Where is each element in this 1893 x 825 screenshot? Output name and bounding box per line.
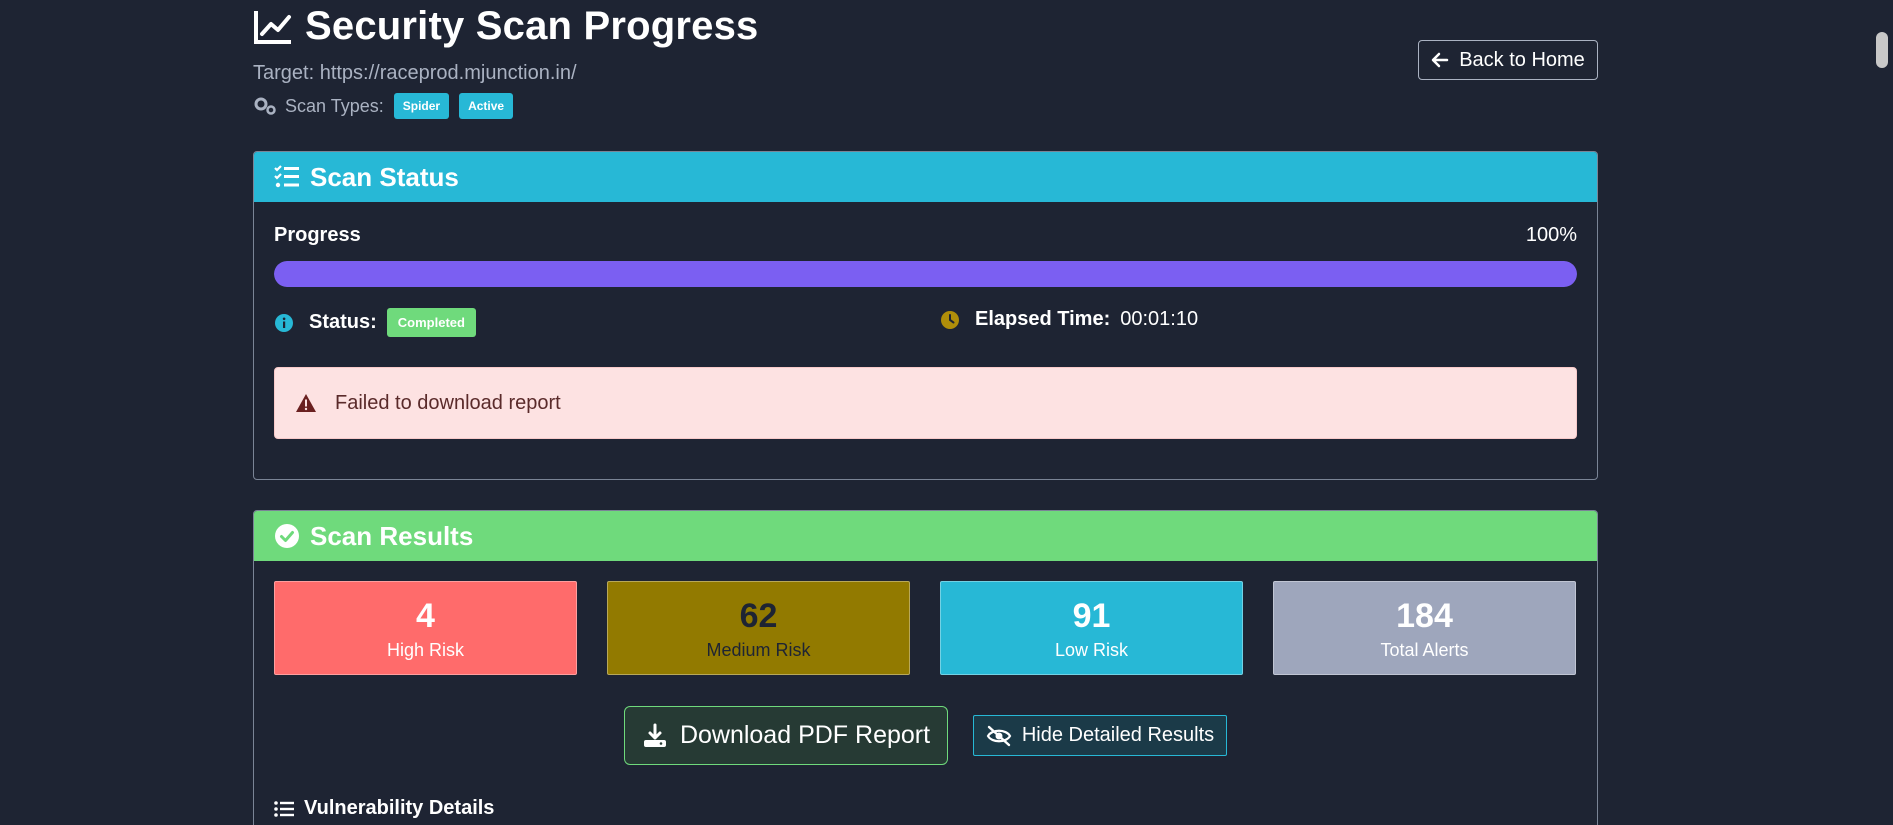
- scan-type-badge-active: Active: [459, 93, 514, 119]
- download-icon: [643, 723, 666, 747]
- total-alerts-label: Total Alerts: [1380, 639, 1469, 660]
- status-badge: Completed: [386, 308, 476, 337]
- warning-triangle-icon: [296, 394, 316, 412]
- scan-types: Scan Types: Spider Active: [253, 93, 523, 119]
- progress-bar: [274, 261, 1577, 287]
- scan-results-header: Scan Results: [254, 511, 1597, 561]
- vulnerability-details-heading: Vulnerability Details: [274, 797, 494, 820]
- gears-icon: [254, 97, 276, 115]
- page-title: Security Scan Progress: [305, 4, 759, 48]
- info-circle-icon: [275, 313, 293, 332]
- progress-percent: 100%: [1525, 224, 1577, 246]
- hide-results-label: Hide Detailed Results: [1021, 724, 1215, 746]
- scan-status-card: Scan Status Progress 100% Status: Comple…: [253, 151, 1598, 480]
- low-risk-label: Low Risk: [1054, 639, 1129, 660]
- progress-row: Progress 100%: [274, 224, 1577, 247]
- medium-risk-card: 62 Medium Risk: [607, 581, 910, 675]
- download-pdf-label: Download PDF Report: [679, 721, 931, 749]
- high-risk-count: 4: [416, 596, 435, 635]
- scan-results-card: Scan Results 4 High Risk 62 Medium Risk …: [253, 510, 1598, 825]
- elapsed-label: Elapsed Time:: [975, 308, 1111, 330]
- elapsed-value: 00:01:10: [1120, 308, 1199, 330]
- high-risk-label: High Risk: [386, 639, 465, 660]
- vulnerability-details-title: Vulnerability Details: [304, 797, 495, 819]
- low-risk-card: 91 Low Risk: [940, 581, 1243, 675]
- progress-label: Progress: [274, 224, 361, 246]
- list-check-icon: [274, 165, 299, 188]
- scan-status-title: Scan Status: [310, 161, 459, 192]
- page-container: Security Scan Progress Target: https://r…: [253, 0, 1598, 825]
- alert-text: Failed to download report: [335, 391, 561, 414]
- high-risk-card: 4 High Risk: [274, 581, 577, 675]
- risk-stats: 4 High Risk 62 Medium Risk 91 Low Risk 1…: [274, 581, 1576, 675]
- medium-risk-label: Medium Risk: [706, 639, 811, 660]
- total-alerts-count: 184: [1396, 596, 1453, 635]
- list-icon: [274, 800, 294, 817]
- scan-results-title: Scan Results: [310, 520, 474, 551]
- medium-risk-count: 62: [739, 596, 778, 635]
- eye-slash-icon: [986, 725, 1012, 746]
- chart-line-icon: [254, 10, 291, 44]
- progress-bar-fill: [274, 261, 1577, 287]
- title-row: Security Scan Progress: [253, 4, 759, 49]
- page-header: Security Scan Progress Target: https://r…: [253, 0, 1598, 135]
- page-scrollbar[interactable]: [1871, 0, 1893, 825]
- back-button-label: Back to Home: [1459, 48, 1585, 71]
- hide-detailed-results-button[interactable]: Hide Detailed Results: [973, 715, 1227, 756]
- status-label: Status:: [309, 311, 377, 333]
- scan-types-label: Scan Types:: [285, 95, 384, 116]
- scrollbar-thumb[interactable]: [1876, 32, 1888, 68]
- total-alerts-card: 184 Total Alerts: [1273, 581, 1576, 675]
- results-actions: Download PDF Report Hide Detailed Result…: [254, 706, 1597, 766]
- arrow-left-icon: [1431, 52, 1449, 68]
- check-circle-icon: [275, 524, 299, 548]
- status-row: Status: Completed: [274, 308, 476, 337]
- scan-status-header: Scan Status: [254, 152, 1597, 202]
- download-pdf-button[interactable]: Download PDF Report: [624, 706, 948, 765]
- scan-target: Target: https://raceprod.mjunction.in/: [253, 62, 577, 84]
- scan-type-badge-spider: Spider: [393, 93, 450, 119]
- elapsed-row: Elapsed Time: 00:01:10: [940, 308, 1198, 331]
- error-alert: Failed to download report: [274, 367, 1577, 439]
- clock-icon: [941, 310, 959, 329]
- low-risk-count: 91: [1072, 596, 1111, 635]
- back-to-home-button[interactable]: Back to Home: [1418, 40, 1598, 80]
